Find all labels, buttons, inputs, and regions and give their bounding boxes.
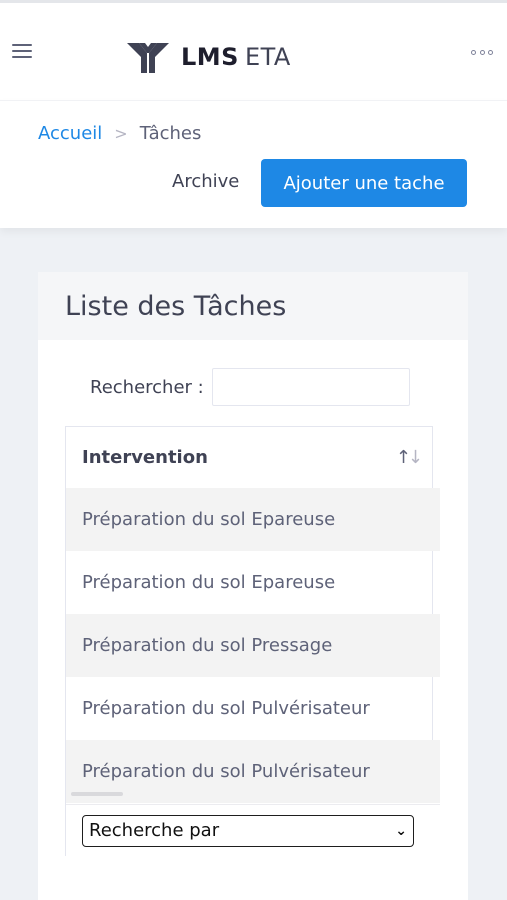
- table-row[interactable]: Préparation du sol Epareuse: [66, 551, 433, 614]
- top-bar: LMS ETA: [0, 0, 507, 100]
- search-input[interactable]: [211, 368, 410, 406]
- table-row[interactable]: Préparation du sol Pulvérisateur: [66, 677, 433, 740]
- card-header: Liste des Tâches: [38, 272, 468, 340]
- archive-link[interactable]: Archive: [172, 171, 239, 192]
- breadcrumb: Accueil > Tâches: [38, 123, 201, 144]
- search-by-select-value: Recherche par: [89, 820, 220, 841]
- logo-mark-icon: [127, 43, 169, 73]
- more-options-icon[interactable]: [471, 48, 493, 56]
- table-row[interactable]: Préparation du sol Epareuse: [66, 488, 440, 551]
- horizontal-scrollbar[interactable]: [71, 792, 123, 796]
- breadcrumb-current: Tâches: [139, 123, 202, 144]
- logo-text-primary: LMS: [181, 43, 239, 71]
- page-title: Liste des Tâches: [65, 290, 287, 322]
- column-header-intervention[interactable]: Intervention ↑↓: [66, 426, 433, 488]
- breadcrumb-chevron-icon: >: [114, 124, 128, 143]
- hamburger-menu-icon[interactable]: [12, 43, 32, 59]
- logo-text-secondary: ETA: [244, 43, 291, 71]
- sort-icon[interactable]: ↑↓: [396, 447, 423, 468]
- filter-row: Recherche par ⌄: [66, 804, 440, 856]
- chevron-down-icon: ⌄: [395, 822, 407, 839]
- task-table[interactable]: Intervention ↑↓ Préparation du sol Epare…: [65, 426, 440, 856]
- breadcrumb-home-link[interactable]: Accueil: [38, 123, 102, 144]
- subheader: Accueil > Tâches Archive Ajouter une tac…: [0, 100, 507, 228]
- add-task-button[interactable]: Ajouter une tache: [261, 159, 467, 207]
- table-row[interactable]: Préparation du sol Pressage: [66, 614, 440, 677]
- search-by-select[interactable]: Recherche par ⌄: [82, 814, 414, 847]
- search-label: Rechercher :: [90, 376, 204, 398]
- column-header-label: Intervention: [82, 447, 208, 468]
- task-list-card: Liste des Tâches Rechercher : Interventi…: [38, 272, 468, 900]
- app-logo[interactable]: LMS ETA: [125, 37, 291, 77]
- search-row: Rechercher :: [90, 368, 410, 406]
